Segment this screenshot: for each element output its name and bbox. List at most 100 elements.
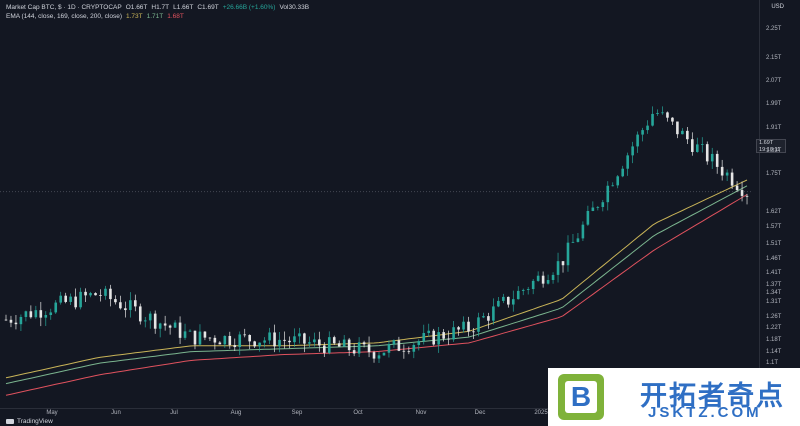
price-tick-label: 1.51T [766, 241, 782, 247]
candle [715, 150, 719, 174]
price-axis[interactable]: USD 1.69T 19:10:11 2.25T 2.15T 2.07T 1.99T 1… [756, 0, 800, 408]
candle [74, 288, 77, 310]
candle [218, 341, 222, 345]
close-value: C1.69T [197, 4, 219, 11]
candle [178, 316, 182, 344]
candle [681, 128, 684, 135]
tradingview-logo[interactable]: TradingView [6, 418, 53, 425]
candle [89, 291, 92, 298]
candle [24, 310, 28, 322]
time-tick-label: Oct [353, 410, 363, 416]
brand-label: TradingView [17, 418, 53, 425]
candle [69, 293, 72, 306]
candle [49, 308, 53, 320]
price-tick-label: 1.34T [766, 290, 782, 297]
candle [19, 314, 23, 331]
candle [104, 285, 107, 300]
time-tick-label: Sep [291, 410, 303, 416]
candle [457, 326, 460, 336]
candle [213, 335, 217, 350]
candle [129, 292, 132, 318]
price-tick-label: 1.31T [766, 299, 782, 306]
candle [651, 106, 654, 127]
candle [646, 120, 649, 134]
candle [367, 336, 371, 358]
candle [611, 182, 615, 187]
candle [158, 322, 162, 338]
price-tick-label: 1.46T [766, 255, 782, 262]
volume-value: Vol30.33B [279, 4, 310, 11]
price-tick-label: 1.83T [766, 147, 782, 154]
candle [238, 331, 242, 356]
candle [536, 271, 540, 282]
candle [556, 252, 560, 283]
candle [233, 338, 237, 351]
candle [273, 324, 276, 353]
candle [79, 287, 82, 310]
price-tick-label: 2.07T [766, 78, 782, 85]
candle [551, 272, 555, 284]
candle [576, 233, 580, 243]
candle [124, 301, 127, 318]
candle [571, 233, 575, 243]
candle [39, 301, 43, 327]
candle [382, 352, 386, 356]
candle [531, 279, 535, 295]
candle [44, 311, 48, 326]
candle [347, 337, 351, 356]
price-tick-label: 1.37T [766, 281, 782, 288]
candle [397, 336, 401, 352]
candle [298, 327, 301, 344]
candle [676, 121, 679, 139]
candle [248, 334, 251, 350]
candle [601, 199, 605, 212]
candle [4, 314, 8, 321]
candle [163, 315, 167, 331]
candle [561, 261, 565, 273]
watermark-domain: JSKTZ.COM [648, 404, 762, 421]
candle [720, 159, 724, 181]
candle [372, 350, 376, 363]
candle [318, 331, 321, 352]
candle [29, 305, 33, 319]
time-tick-label: Nov [415, 410, 427, 416]
candle [417, 339, 421, 351]
candle [387, 340, 391, 358]
candle [253, 340, 256, 348]
candlestick-chart[interactable] [0, 0, 760, 408]
candle [710, 147, 714, 169]
candle [447, 330, 450, 345]
candle [492, 298, 495, 325]
ema-144-value: 1.73T [125, 13, 143, 20]
high-value: H1.7T [151, 4, 170, 11]
candle [586, 205, 590, 226]
candle [541, 271, 545, 288]
candle [293, 328, 296, 347]
ema-indicator-label[interactable]: EMA (144, close, 169, close, 200, close) [6, 12, 122, 21]
change-value: +26.66B (+1.60%) [222, 4, 276, 11]
time-tick-label: May [46, 410, 58, 416]
candle [705, 141, 709, 165]
candle [332, 335, 336, 345]
symbol-title[interactable]: Market Cap BTC, $ · 1D · CRYPTOCAP [6, 3, 122, 12]
price-tick-label: 1.62T [766, 209, 782, 215]
candle [59, 291, 63, 305]
candle [686, 126, 689, 145]
candle [352, 343, 356, 357]
candle [84, 288, 87, 302]
candle [432, 328, 436, 346]
candle [168, 324, 172, 335]
candle [581, 221, 585, 241]
candle [258, 342, 261, 352]
candle [268, 327, 271, 345]
candle [477, 312, 480, 337]
price-chart[interactable] [0, 0, 760, 408]
candle [193, 330, 197, 350]
price-tick-label: 1.91T [766, 124, 782, 131]
price-tick-label: 1.26T [766, 313, 782, 320]
currency-label[interactable]: USD [771, 4, 784, 10]
candle [626, 152, 629, 176]
time-tick-label: 2025 [534, 410, 548, 416]
candle [412, 342, 416, 359]
candle [208, 337, 212, 341]
